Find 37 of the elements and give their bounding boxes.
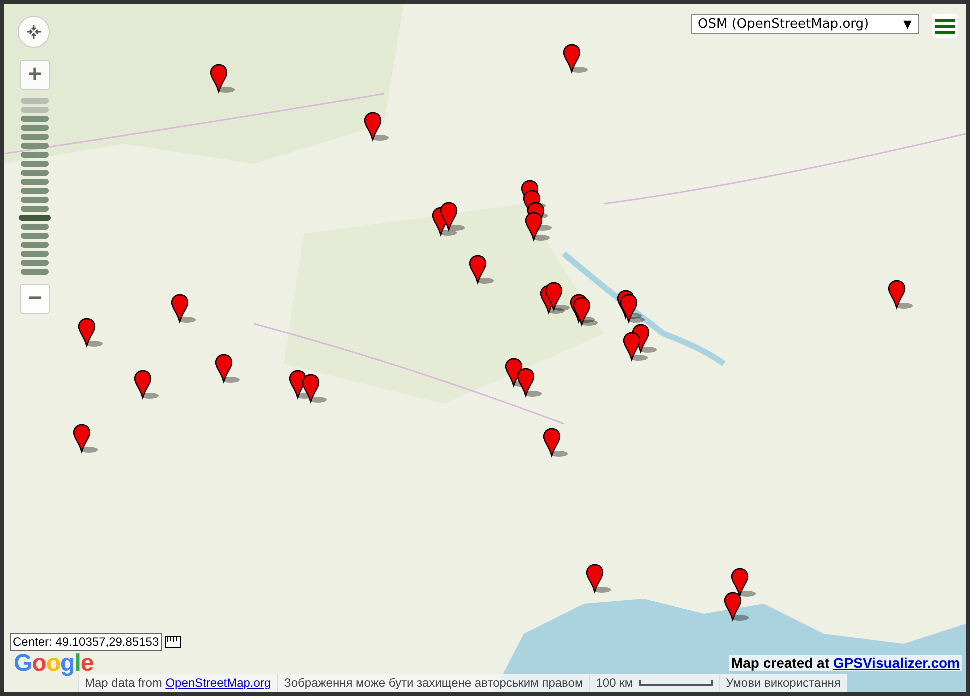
map-pin-cluster-icon[interactable] [617,290,646,324]
ruler-icon[interactable] [165,636,182,648]
map-pin-cluster-icon[interactable] [505,358,543,398]
scale-label: 100 км [596,675,634,692]
map-pin-icon[interactable] [469,255,495,285]
zoom-slider[interactable] [21,98,51,275]
center-coordinates: Center: 49.10357,29.85153 [10,633,162,651]
map-pin-icon[interactable] [731,568,757,598]
map-pin-icon[interactable] [215,354,241,384]
copyright-text: Зображення може бути захищене авторським правом [277,674,590,692]
map-pin-cluster-icon[interactable] [540,282,571,315]
map-pin-icon[interactable] [563,44,589,74]
credit-text: Map created at GPSVisualizer.com [729,655,962,671]
map-pin-cluster-icon[interactable] [289,370,328,404]
map-pin-cluster-icon[interactable] [570,294,599,327]
map-type-dropdown[interactable]: OSM (OpenStreetMap.org) ▼ [691,14,919,34]
map-pin-icon[interactable] [73,424,99,454]
zoom-slider-thumb[interactable] [19,215,51,221]
map-pin-icon[interactable] [364,112,390,142]
map-pin-cluster-icon[interactable] [623,324,658,362]
map-pin-icon[interactable] [210,64,236,94]
terms-link[interactable]: Умови використання [719,674,847,692]
map-pin-cluster-icon[interactable] [521,180,553,242]
map-pin-icon[interactable] [888,280,914,310]
map-pin-icon[interactable] [171,294,197,324]
zoom-out-button[interactable]: − [20,284,50,314]
menu-icon[interactable] [932,14,958,38]
openstreetmap-link[interactable]: OpenStreetMap.org [166,676,272,690]
map-pin-icon[interactable] [724,592,750,622]
map-pin-icon[interactable] [543,428,569,458]
map-pin-icon[interactable] [586,564,612,594]
map-data-text: Map data from OpenStreetMap.org [78,674,278,692]
gpsvisualizer-link[interactable]: GPSVisualizer.com [833,655,960,671]
map-pin-icon[interactable] [78,318,104,348]
zoom-in-button[interactable]: + [20,60,50,90]
map-pin-cluster-icon[interactable] [432,202,466,237]
map-pin-icon[interactable] [134,370,160,400]
